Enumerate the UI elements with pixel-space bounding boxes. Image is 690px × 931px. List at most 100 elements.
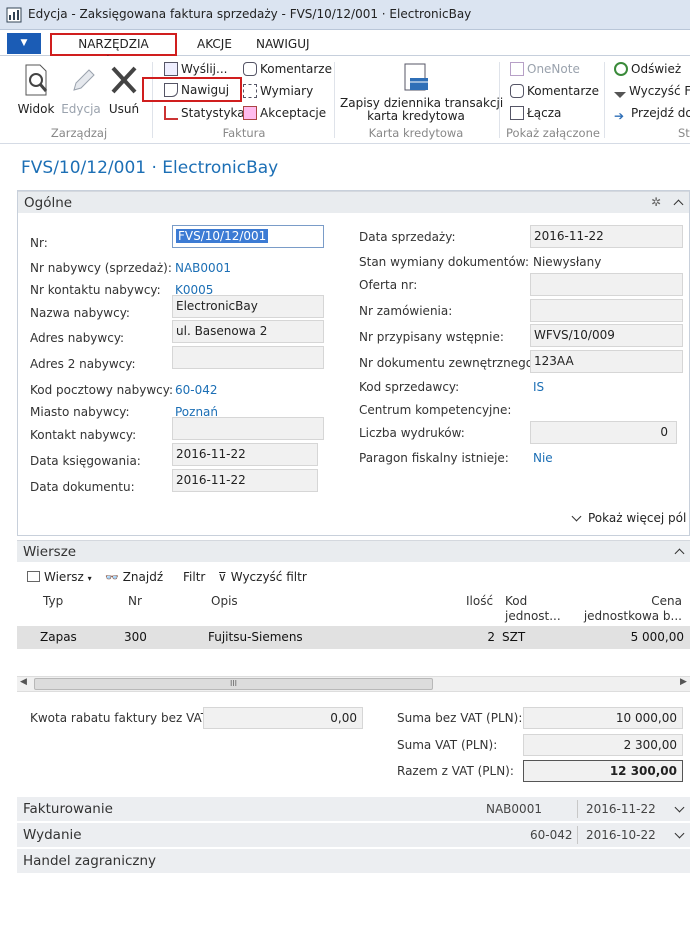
znajdz-button[interactable]: 👓 Znajdź [105, 570, 163, 584]
zapisy-dziennika-button[interactable]: Zapisy dziennika transakcji karta kredyt… [340, 62, 503, 123]
pokaz-wiecej-pol-link[interactable]: Pokaż więcej pól [571, 511, 686, 525]
ribbon-separator [334, 62, 335, 138]
scrollbar-thumb[interactable]: III [34, 678, 433, 690]
ogolne-right-field[interactable] [530, 299, 683, 322]
comment-icon [510, 84, 524, 98]
wyslij-button[interactable]: Wyślij... [164, 59, 227, 79]
cell-ilosc: 2 [487, 630, 495, 644]
akceptacje-button[interactable]: Akceptacje [243, 103, 326, 123]
ogolne-right-label: Kod sprzedawcy: [359, 380, 460, 394]
col-typ[interactable]: Typ [43, 594, 63, 608]
wyczysc-filtr-button[interactable]: ⊽ Wyczyść filtr [218, 570, 307, 584]
scroll-left-icon[interactable]: ◀ [20, 677, 27, 687]
lacza-button[interactable]: Łącza [510, 103, 561, 123]
expand-chevron-icon[interactable] [674, 828, 685, 839]
chevron-down-icon [571, 511, 582, 522]
ogolne-right-field[interactable]: Niewysłany [533, 255, 601, 269]
ogolne-left-field[interactable]: 60-042 [175, 383, 218, 397]
ogolne-left-label: Data dokumentu: [30, 480, 135, 494]
nawiguj-highlight [142, 77, 242, 102]
ogolne-right-field[interactable]: 0 [530, 421, 677, 444]
ogolne-left-field[interactable]: 2016-11-22 [172, 443, 318, 466]
ogolne-right-label: Nr zamówienia: [359, 304, 453, 318]
ogolne-left-field[interactable]: FVS/10/12/001 [172, 225, 324, 248]
filtr-button[interactable]: Filtr [183, 570, 205, 584]
tab-nawiguj[interactable]: NAWIGUJ [256, 34, 310, 54]
ogolne-right-label: Liczba wydruków: [359, 426, 465, 440]
file-menu-button[interactable]: ▼ [7, 33, 41, 54]
dropdown-arrow-icon: ▾ [87, 574, 92, 583]
ogolne-header[interactable]: Ogólne ✲ [18, 191, 689, 213]
settings-gear-icon[interactable]: ✲ [651, 196, 665, 210]
ogolne-right-label: Centrum kompetencyjne: [359, 403, 512, 417]
usun-button[interactable]: Usuń [106, 62, 142, 120]
razem-z-vat-label: Razem z VAT (PLN): [397, 764, 514, 778]
col-nr[interactable]: Nr [128, 594, 142, 608]
wymiary-button[interactable]: Wymiary [243, 81, 313, 101]
expand-chevron-icon[interactable] [674, 802, 685, 813]
tab-narzedzia-glowne[interactable]: NARZĘDZIA GŁÓWNE [50, 33, 177, 70]
ogolne-right-label: Paragon fiskalny istnieje: [359, 451, 509, 465]
ogolne-left-field[interactable] [172, 417, 324, 440]
cell-cena: 5 000,00 [630, 630, 684, 644]
ogolne-left-label: Nazwa nabywcy: [30, 306, 130, 320]
ogolne-left-label: Miasto nabywcy: [30, 405, 130, 419]
window-title: Edycja - Zaksięgowana faktura sprzedaży … [28, 7, 472, 21]
page-title: FVS/10/12/001 · ElectronicBay [21, 158, 279, 178]
ogolne-left-field[interactable]: 2016-11-22 [172, 469, 318, 492]
comment-icon [243, 62, 257, 76]
ogolne-right-field[interactable]: WFVS/10/009 [530, 324, 683, 347]
wiersze-header[interactable]: Wiersze [17, 540, 690, 562]
ogolne-right-field[interactable] [530, 273, 683, 296]
ogolne-left-label: Nr nabywcy (sprzedaż): [30, 261, 172, 275]
ogolne-right-field[interactable]: 2016-11-22 [530, 225, 683, 248]
ogolne-right-field[interactable]: 123AA [530, 350, 683, 373]
widok-button[interactable]: Widok [14, 62, 58, 120]
tab-akcje[interactable]: AKCJE [197, 34, 232, 54]
group-zarzadzaj: Zarządzaj [50, 126, 108, 140]
zalaczone-komentarze-button[interactable]: Komentarze [510, 81, 599, 101]
ogolne-left-field[interactable]: NAB0001 [175, 261, 231, 275]
fasttab-wydanie[interactable]: Wydanie 60-042 2016-10-22 [17, 823, 690, 847]
cell-opis: Fujitsu-Siemens [208, 630, 303, 644]
ogolne-left-field[interactable] [172, 346, 324, 369]
przejdz-do-button[interactable]: ➔ Przejdź do [614, 103, 690, 123]
group-pokaz-zalaczone: Pokaż załączone [506, 126, 600, 140]
dimensions-icon [243, 84, 257, 98]
table-row[interactable] [17, 626, 690, 649]
statystyka-button[interactable]: Statystyka [164, 103, 245, 123]
collapse-chevron-icon[interactable] [674, 548, 685, 559]
komentarze-button[interactable]: Komentarze [243, 59, 332, 79]
col-kod-line2: jednost... [505, 609, 561, 623]
group-karta-kredytowa: Karta kredytowa [368, 126, 464, 140]
edycja-button[interactable]: Edycja [60, 62, 102, 120]
onenote-button[interactable]: OneNote [510, 59, 580, 79]
odswiez-button[interactable]: Odśwież [614, 59, 681, 79]
rabat-field[interactable]: 0,00 [203, 707, 363, 729]
col-kod[interactable]: Kod [505, 594, 527, 608]
delete-x-icon [111, 66, 137, 94]
ogolne-right-label: Stan wymiany dokumentów: [359, 255, 529, 269]
ogolne-left-field[interactable]: ul. Basenowa 2 [172, 320, 324, 343]
ogolne-left-label: Nr: [30, 236, 48, 250]
scroll-right-icon[interactable]: ▶ [680, 677, 687, 687]
wyczysc-filtr-ribbon-button[interactable]: Wyczyść Fil [614, 81, 690, 101]
approval-icon [243, 106, 257, 120]
col-opis[interactable]: Opis [211, 594, 238, 608]
ogolne-left-field[interactable]: ElectronicBay [172, 295, 324, 318]
selected-text: FVS/10/12/001 [176, 229, 269, 243]
collapse-chevron-icon[interactable] [673, 199, 684, 210]
suma-bez-vat-label: Suma bez VAT (PLN): [397, 711, 523, 725]
col-ilosc[interactable]: Ilość [466, 594, 493, 608]
ogolne-left-label: Kontakt nabywcy: [30, 428, 137, 442]
col-cena[interactable]: Cena [600, 594, 682, 608]
fasttab-handel-zagraniczny[interactable]: Handel zagraniczny [17, 849, 690, 873]
chart-icon [164, 106, 178, 120]
clear-filter-icon: ⊽ [218, 570, 227, 584]
wiersz-menu-button[interactable]: Wiersz ▾ [27, 570, 92, 584]
ribbon-separator [604, 62, 605, 138]
fasttab-fakturowanie[interactable]: Fakturowanie NAB0001 2016-11-22 [17, 797, 690, 821]
ogolne-right-field[interactable]: IS [533, 380, 544, 394]
ogolne-right-label: Oferta nr: [359, 278, 418, 292]
ogolne-right-field[interactable]: Nie [533, 451, 553, 465]
